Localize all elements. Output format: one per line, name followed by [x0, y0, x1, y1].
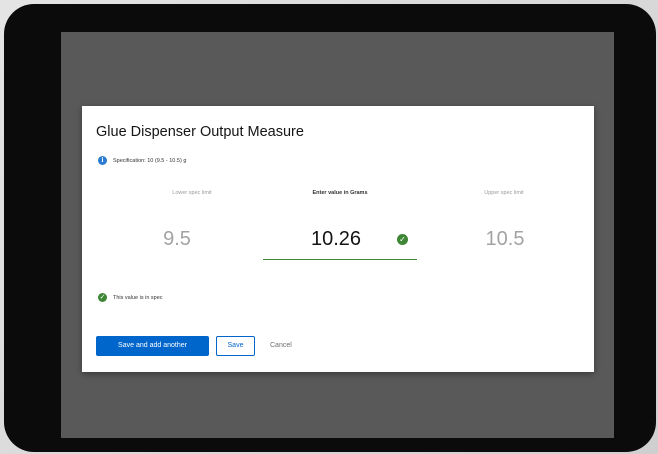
- lower-limit-label: Lower spec limit: [172, 190, 212, 196]
- measure-dialog: Glue Dispenser Output Measure i Specific…: [82, 106, 594, 372]
- save-button[interactable]: Save: [216, 336, 255, 356]
- validation-text: This value is in spec: [113, 294, 163, 301]
- specification-text: Specification: 10 (9.5 - 10.5) g: [113, 157, 187, 164]
- save-and-add-another-button[interactable]: Save and add another: [96, 336, 209, 356]
- dialog-title: Glue Dispenser Output Measure: [96, 124, 304, 140]
- cancel-button[interactable]: Cancel: [270, 336, 292, 356]
- validation-status: ✓ This value is in spec: [98, 293, 163, 302]
- value-input[interactable]: 10.26 ✓: [263, 218, 417, 260]
- value-input-text[interactable]: 10.26: [311, 228, 361, 251]
- check-circle-icon: ✓: [98, 293, 107, 302]
- tablet-frame: Glue Dispenser Output Measure i Specific…: [4, 4, 656, 452]
- check-circle-icon: ✓: [397, 234, 408, 245]
- upper-limit-label: Upper spec limit: [484, 190, 524, 196]
- specification-row: i Specification: 10 (9.5 - 10.5) g: [98, 156, 186, 165]
- lower-limit-value: 9.5: [163, 228, 191, 250]
- screen-overlay: Glue Dispenser Output Measure i Specific…: [61, 32, 614, 438]
- upper-limit-value: 10.5: [485, 228, 525, 250]
- info-circle-icon: i: [98, 156, 107, 165]
- value-label: Enter value in Grams: [312, 190, 368, 196]
